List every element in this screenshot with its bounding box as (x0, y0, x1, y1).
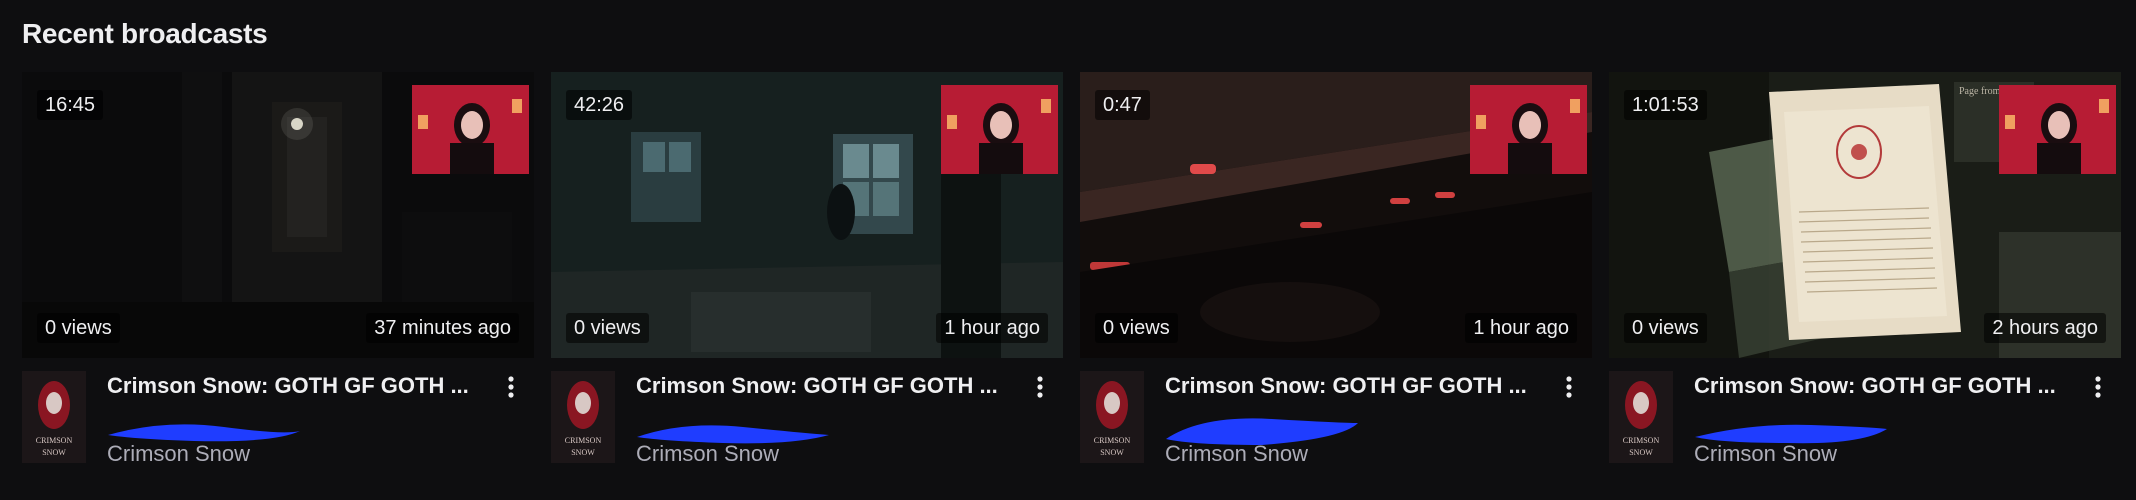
broadcast-grid: 16:45 0 views 37 minutes ago CRIMSON SNO… (22, 72, 2121, 479)
broadcast-card: 16:45 0 views 37 minutes ago CRIMSON SNO… (22, 72, 534, 479)
webcam-overlay (1470, 85, 1587, 174)
broadcast-age: 1 hour ago (1465, 313, 1577, 343)
more-options-icon[interactable] (500, 371, 522, 403)
broadcast-age: 37 minutes ago (366, 313, 519, 343)
video-thumbnail[interactable]: Page from 1:01:53 0 views 2 hours ago (1609, 72, 2121, 358)
duration-badge: 42:26 (566, 90, 633, 120)
video-title[interactable]: Crimson Snow: GOTH GF GOTH ... (107, 373, 492, 399)
duration-badge: 0:47 (1095, 90, 1150, 120)
card-meta: CRIMSON SNOW Crimson Snow: GOTH GF GOTH … (551, 369, 1063, 479)
page-heading-text: Page from (1959, 86, 2001, 97)
video-thumbnail[interactable]: 0:47 0 views 1 hour ago (1080, 72, 1592, 358)
webcam-overlay (941, 85, 1058, 174)
broadcast-card: 0:47 0 views 1 hour ago CRIMSON SNOW Cri… (1080, 72, 1592, 479)
more-options-icon[interactable] (1558, 371, 1580, 403)
avatar-logo-text-line1: CRIMSON (565, 436, 602, 445)
avatar-logo-text-line1: CRIMSON (1094, 436, 1131, 445)
avatar-logo-text-line1: CRIMSON (1623, 436, 1660, 445)
broadcast-card: 42:26 0 views 1 hour ago CRIMSON SNOW Cr… (551, 72, 1063, 479)
channel-avatar[interactable]: CRIMSON SNOW (1080, 371, 1144, 463)
more-options-icon[interactable] (1029, 371, 1051, 403)
card-meta: CRIMSON SNOW Crimson Snow: GOTH GF GOTH … (22, 369, 534, 479)
channel-name[interactable]: Crimson Snow (1165, 441, 1308, 467)
channel-avatar[interactable]: CRIMSON SNOW (1609, 371, 1673, 463)
avatar-logo-text-line2: SNOW (1629, 448, 1653, 457)
more-options-icon[interactable] (2087, 371, 2109, 403)
avatar-logo-text-line2: SNOW (42, 448, 66, 457)
channel-name[interactable]: Crimson Snow (107, 441, 250, 467)
webcam-overlay (412, 85, 529, 174)
duration-badge: 16:45 (37, 90, 104, 120)
video-title[interactable]: Crimson Snow: GOTH GF GOTH ... (1694, 373, 2079, 399)
card-meta: CRIMSON SNOW Crimson Snow: GOTH GF GOTH … (1080, 369, 1592, 479)
broadcast-age: 1 hour ago (936, 313, 1048, 343)
broadcast-age: 2 hours ago (1984, 313, 2106, 343)
view-count: 0 views (37, 313, 120, 343)
view-count: 0 views (1095, 313, 1178, 343)
card-meta: CRIMSON SNOW Crimson Snow: GOTH GF GOTH … (1609, 369, 2121, 479)
channel-avatar[interactable]: CRIMSON SNOW (551, 371, 615, 463)
avatar-logo-text-line1: CRIMSON (36, 436, 73, 445)
video-title[interactable]: Crimson Snow: GOTH GF GOTH ... (636, 373, 1021, 399)
video-thumbnail[interactable]: 16:45 0 views 37 minutes ago (22, 72, 534, 358)
recent-broadcasts-section: Recent broadcasts 16:45 0 views 37 minut… (0, 0, 2136, 500)
view-count: 0 views (1624, 313, 1707, 343)
channel-avatar[interactable]: CRIMSON SNOW (22, 371, 86, 463)
video-thumbnail[interactable]: 42:26 0 views 1 hour ago (551, 72, 1063, 358)
video-title[interactable]: Crimson Snow: GOTH GF GOTH ... (1165, 373, 1550, 399)
channel-name[interactable]: Crimson Snow (636, 441, 779, 467)
avatar-logo-text-line2: SNOW (571, 448, 595, 457)
duration-badge: 1:01:53 (1624, 90, 1707, 120)
channel-name[interactable]: Crimson Snow (1694, 441, 1837, 467)
view-count: 0 views (566, 313, 649, 343)
section-title: Recent broadcasts (22, 18, 268, 49)
broadcast-card: Page from 1:01:53 0 views 2 hours ago CR… (1609, 72, 2121, 479)
webcam-overlay (1999, 85, 2116, 174)
avatar-logo-text-line2: SNOW (1100, 448, 1124, 457)
